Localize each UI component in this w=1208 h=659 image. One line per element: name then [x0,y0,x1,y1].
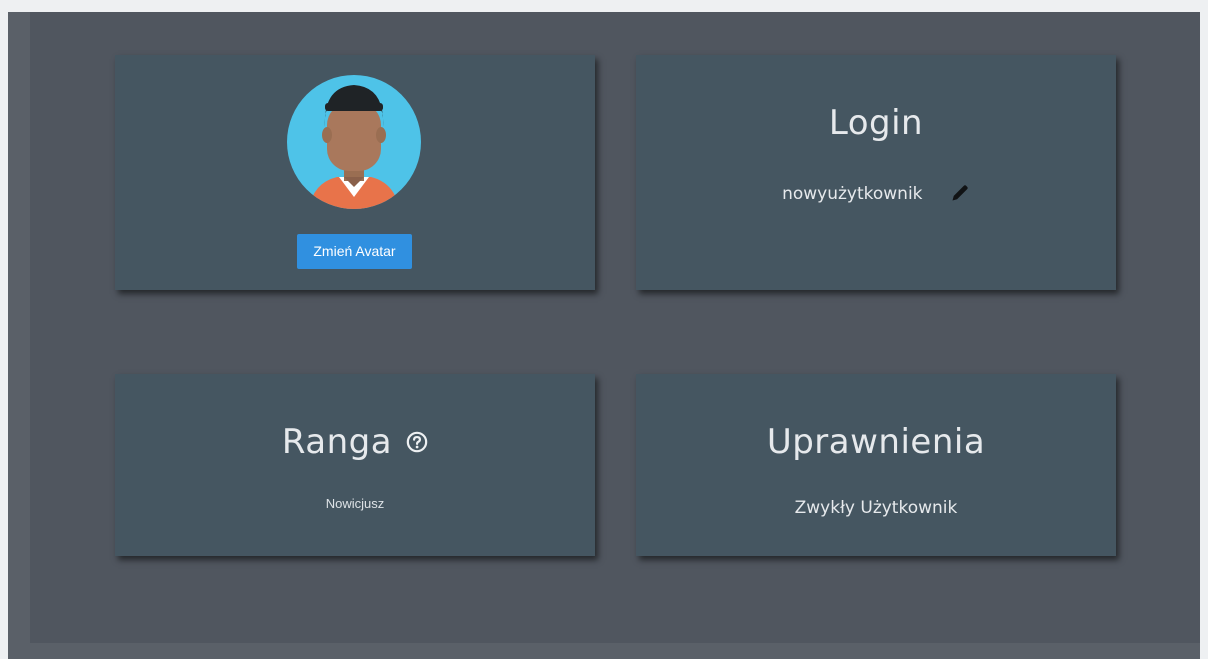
change-avatar-button[interactable]: Zmień Avatar [297,234,412,269]
pencil-icon[interactable] [950,183,970,203]
username-value: nowyużytkownik [782,184,923,204]
avatar-card: Zmień Avatar [115,55,595,290]
rank-value: Nowicjusz [325,496,385,511]
login-title: Login [828,103,924,143]
question-circle-icon[interactable] [406,431,428,453]
permissions-card: Uprawnienia Zwykły Użytkownik [636,374,1116,556]
rank-title-row: Ranga [115,422,595,462]
permissions-value: Zwykły Użytkownik [794,498,958,518]
permissions-title: Uprawnienia [766,422,986,462]
login-card: Login nowyużytkownik [636,55,1116,290]
rank-title: Ranga [281,422,393,462]
login-row: nowyużytkownik [636,183,1116,204]
rank-card: Ranga Nowicjusz [115,374,595,556]
user-avatar-icon [287,75,421,209]
